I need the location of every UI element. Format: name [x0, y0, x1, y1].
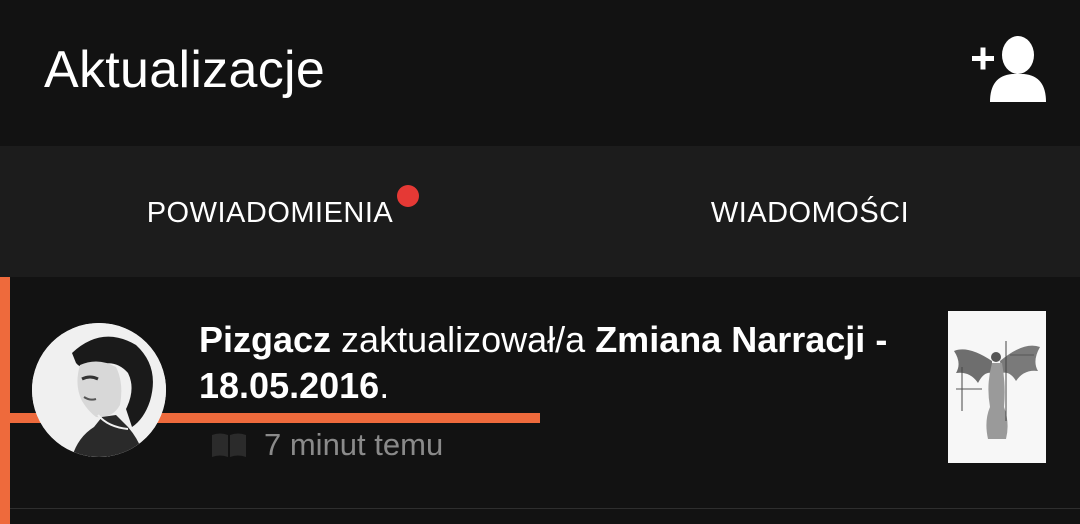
- page-title: Aktualizacje: [44, 41, 326, 99]
- list-divider: [10, 508, 1080, 509]
- avatar-portrait: [32, 323, 166, 457]
- notification-item[interactable]: Pizgacz zaktualizował/a Zmiana Narracji …: [0, 277, 1080, 509]
- add-user-icon[interactable]: [968, 36, 1050, 102]
- timestamp: 7 minut temu: [264, 427, 444, 462]
- tab-notifications[interactable]: POWIADOMIENIA: [0, 146, 540, 277]
- story-cover-thumbnail[interactable]: [948, 311, 1046, 463]
- book-icon: [212, 433, 246, 457]
- tab-bar: POWIADOMIENIA WIADOMOŚCI: [0, 146, 1080, 423]
- tab-label: POWIADOMIENIA: [146, 197, 394, 229]
- app-bar: Aktualizacje: [0, 0, 1080, 146]
- tab-label: WIADOMOŚCI: [710, 197, 910, 229]
- sentence-end: .: [379, 365, 390, 406]
- avatar[interactable]: [32, 323, 166, 457]
- notification-dot: [397, 185, 419, 207]
- angel-cover-image: [948, 311, 1046, 463]
- action-text: zaktualizował/a: [331, 319, 596, 360]
- notification-list: Pizgacz zaktualizował/a Zmiana Narracji …: [0, 277, 1080, 524]
- tab-messages[interactable]: WIADOMOŚCI: [540, 146, 1080, 277]
- username[interactable]: Pizgacz: [199, 319, 331, 360]
- notification-meta: 7 minut temu: [210, 425, 443, 465]
- notification-text: Pizgacz zaktualizował/a Zmiana Narracji …: [199, 317, 929, 409]
